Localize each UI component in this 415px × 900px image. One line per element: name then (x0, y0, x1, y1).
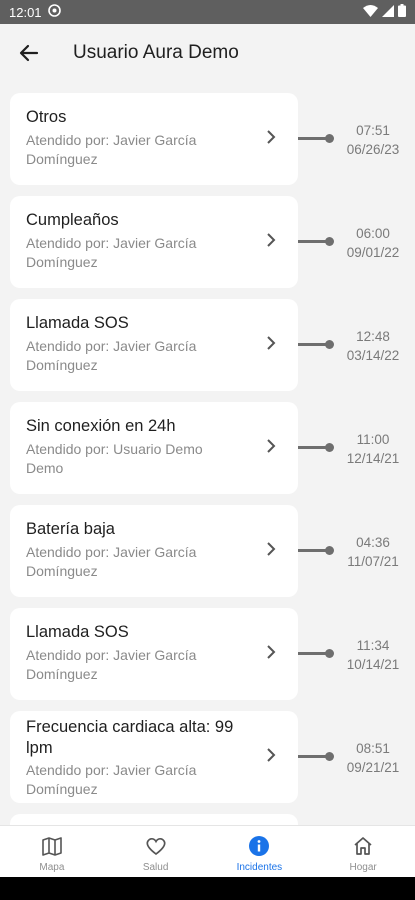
heart-icon (146, 837, 166, 856)
incident-row: Llamada SOS Atendido por: Javier García … (0, 608, 415, 700)
timeline-connector (298, 343, 328, 346)
incident-row: Cumpleaños Atendido por: Javier García D… (0, 196, 415, 288)
timeline-dot (325, 649, 334, 658)
incident-list[interactable]: Otros Atendido por: Javier García Domíng… (0, 93, 415, 825)
incident-timestamp: 06:00 09/01/22 (340, 224, 406, 262)
incident-card[interactable]: Sin conexión en 24h Atendido por: Usuari… (10, 402, 298, 494)
nav-mapa[interactable]: Mapa (0, 826, 104, 877)
incident-time: 06:00 (356, 226, 390, 241)
incident-name: Batería baja (26, 520, 115, 538)
incident-time: 08:51 (356, 741, 390, 756)
incident-timestamp: 11:34 10/14/21 (340, 636, 406, 674)
status-bar: 12:01 (0, 0, 415, 24)
chevron-right-icon (267, 336, 276, 350)
timeline-connector (298, 755, 328, 758)
nav-salud-label: Salud (142, 862, 169, 873)
incident-row: Otros Atendido por: Javier García Domíng… (0, 93, 415, 185)
map-icon (42, 837, 62, 856)
info-icon (249, 836, 270, 856)
incident-date: 06/26/23 (346, 142, 400, 157)
page-title: Usuario Aura Demo (73, 42, 239, 63)
incident-name: Llamada SOS (26, 314, 129, 332)
incident-date: 09/21/21 (346, 760, 400, 775)
incident-row: Batería baja Atendido por: Javier García… (0, 505, 415, 597)
incident-time: 11:34 (356, 638, 390, 653)
nav-incidentes-label: Incidentes (236, 862, 283, 873)
status-time: 12:01 (9, 4, 42, 20)
incident-card[interactable]: Llamada SOS Atendido por: Javier García … (10, 299, 298, 391)
timeline-dot (325, 546, 334, 555)
incident-time: 11:00 (356, 432, 390, 447)
arrow-back-icon (19, 44, 39, 62)
incident-time: 04:36 (356, 535, 390, 550)
incident-name: Cumpleaños (26, 211, 119, 229)
incident-timestamp: 08:51 09/21/21 (340, 739, 406, 777)
home-icon (354, 837, 372, 855)
incident-timestamp: 07:51 06/26/23 (340, 121, 406, 159)
incident-attended-by: Atendido por: Javier García Domínguez (26, 544, 197, 579)
incident-row: Sin conexión en 24h Atendido por: Usuari… (0, 402, 415, 494)
system-navigation-bar (0, 877, 415, 900)
incident-date: 03/14/22 (346, 348, 400, 363)
chevron-right-icon (267, 748, 276, 762)
chevron-right-icon (267, 439, 276, 453)
timeline-connector (298, 652, 328, 655)
incident-name: Otros (26, 108, 67, 126)
chevron-right-icon (267, 645, 276, 659)
incident-attended-by: Atendido por: Javier García Domínguez (26, 132, 197, 167)
incident-attended-by: Atendido por: Javier García Domínguez (26, 647, 197, 682)
nav-mapa-label: Mapa (39, 862, 65, 873)
timeline-dot (325, 237, 334, 246)
incident-attended-by: Atendido por: Javier García Domínguez (26, 235, 197, 270)
incident-date: 09/01/22 (346, 245, 400, 260)
timeline-dot (325, 752, 334, 761)
nav-salud[interactable]: Salud (104, 826, 208, 877)
incident-card[interactable]: Cumpleaños Atendido por: Javier García D… (10, 196, 298, 288)
timeline-connector (298, 549, 328, 552)
incident-date: 12/14/21 (346, 451, 400, 466)
incident-name: Sin conexión en 24h (26, 417, 176, 435)
incident-row: Frecuencia cardiaca alta: 99 lpm Atendid… (0, 711, 415, 803)
timeline-connector (298, 446, 328, 449)
incident-card[interactable]: Batería baja Atendido por: Javier García… (10, 505, 298, 597)
timeline-dot (325, 134, 334, 143)
incident-attended-by: Atendido por: Javier García Domínguez (26, 762, 197, 797)
battery-icon (398, 4, 406, 20)
signal-icon (382, 4, 394, 20)
incident-row: Llamada SOS Atendido por: Javier García … (0, 299, 415, 391)
wifi-icon (363, 4, 378, 20)
incident-time: 12:48 (356, 329, 390, 344)
incident-name: Frecuencia cardiaca alta: 99 lpm (26, 718, 234, 757)
timeline-connector (298, 137, 328, 140)
back-button[interactable] (5, 29, 53, 77)
timeline-connector (298, 240, 328, 243)
incident-card[interactable]: Otros Atendido por: Javier García Domíng… (10, 93, 298, 185)
chevron-right-icon (267, 233, 276, 247)
incident-timestamp: 04:36 11/07/21 (340, 533, 406, 571)
nav-incidentes[interactable]: Incidentes (208, 826, 312, 877)
incident-attended-by: Atendido por: Usuario Demo Demo (26, 441, 203, 476)
app-bar: Usuario Aura Demo (0, 24, 415, 82)
incident-card[interactable] (10, 814, 298, 825)
nav-hogar[interactable]: Hogar (311, 826, 415, 877)
incident-name: Llamada SOS (26, 623, 129, 641)
incident-time: 07:51 (356, 123, 390, 138)
nav-hogar-label: Hogar (349, 862, 377, 873)
incident-row (0, 814, 415, 825)
chevron-right-icon (267, 542, 276, 556)
incident-timestamp: 11:00 12/14/21 (340, 430, 406, 468)
timeline-dot (325, 340, 334, 349)
incident-card[interactable]: Llamada SOS Atendido por: Javier García … (10, 608, 298, 700)
timeline-dot (325, 443, 334, 452)
chevron-right-icon (267, 130, 276, 144)
incident-card[interactable]: Frecuencia cardiaca alta: 99 lpm Atendid… (10, 711, 298, 803)
incident-date: 11/07/21 (347, 554, 399, 569)
notification-icon (47, 4, 61, 20)
incident-attended-by: Atendido por: Javier García Domínguez (26, 338, 197, 373)
incident-timestamp: 12:48 03/14/22 (340, 327, 406, 365)
incident-date: 10/14/21 (346, 657, 400, 672)
bottom-navigation: Mapa Salud Incidentes Hogar (0, 825, 415, 877)
